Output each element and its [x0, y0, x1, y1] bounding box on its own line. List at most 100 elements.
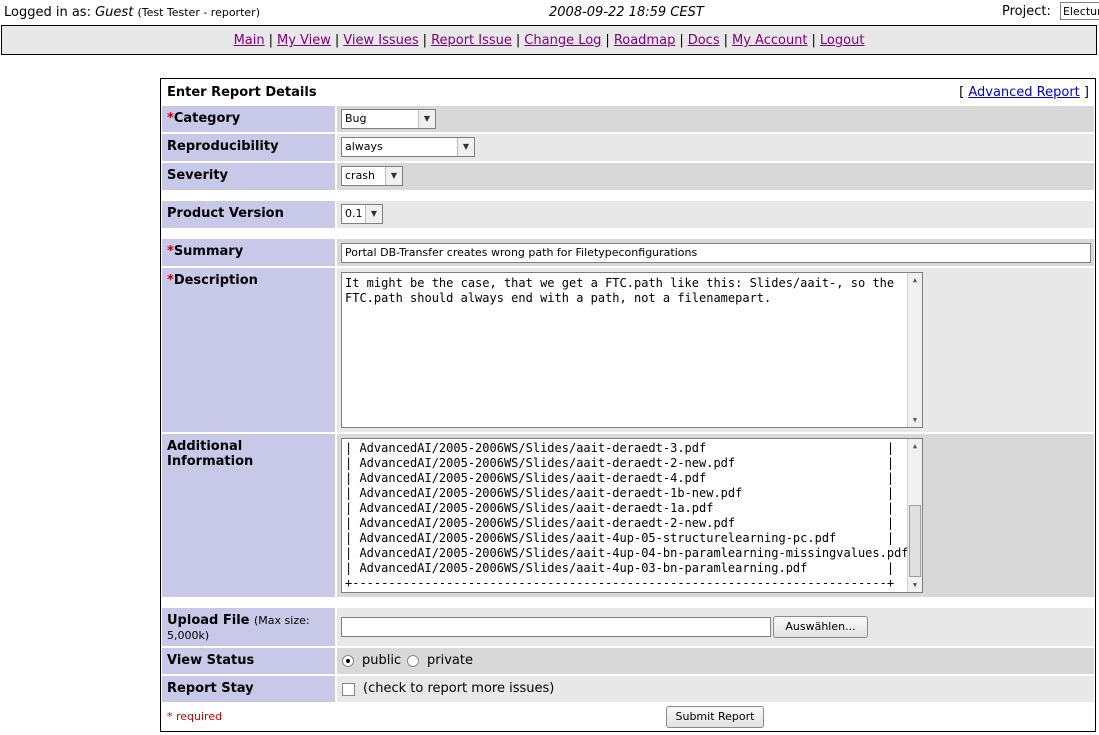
scroll-thumb[interactable]: [909, 505, 921, 577]
private-label: private: [427, 653, 473, 668]
additional-info-value-cell: | AdvancedAI/2005-2006WS/Slides/aait-der…: [337, 434, 1094, 597]
upload-row: Upload File (Max size: 5,000k) Auswählen…: [162, 608, 1094, 646]
menu-separator: |: [515, 33, 521, 48]
chevron-down-icon: ▼: [365, 205, 382, 223]
upload-file-input[interactable]: [341, 617, 771, 637]
view-status-value-cell: public private: [337, 648, 1094, 674]
description-text: It might be the case, that we get a FTC.…: [345, 276, 895, 305]
report-form: Enter Report Details [ Advanced Report ]…: [160, 78, 1096, 732]
scroll-up-icon[interactable]: ▲: [908, 273, 922, 287]
public-radio[interactable]: [342, 655, 354, 667]
summary-input[interactable]: Portal DB-Transfer creates wrong path fo…: [341, 243, 1091, 263]
additional-info-label: Additional Information: [162, 434, 335, 597]
report-stay-checkbox[interactable]: [342, 683, 355, 696]
required-mark: *: [167, 244, 174, 259]
menu-separator: |: [679, 33, 684, 48]
menu-separator: |: [811, 33, 816, 48]
severity-selected: crash: [345, 169, 376, 182]
scroll-down-icon[interactable]: ▼: [908, 578, 922, 592]
report-stay-text: (check to report more issues): [363, 681, 555, 696]
user-detail: (Test Tester - reporter): [137, 6, 260, 19]
additional-info-scrollbar[interactable]: ▲ ▼: [907, 439, 922, 592]
description-label: *Description: [162, 268, 335, 432]
bracket-open: [: [959, 85, 965, 100]
severity-label: Severity: [162, 163, 335, 190]
severity-select[interactable]: crash ▼: [341, 166, 403, 186]
chevron-down-icon: ▼: [418, 110, 435, 128]
reproducibility-selected: always: [345, 140, 383, 153]
menu-my-view[interactable]: My View: [277, 33, 331, 48]
report-stay-row: Report Stay (check to report more issues…: [162, 676, 1094, 702]
summary-label-text: Summary: [173, 244, 244, 259]
public-label: public: [362, 653, 402, 668]
summary-value-cell: Portal DB-Transfer creates wrong path fo…: [337, 239, 1094, 266]
menu-separator: |: [723, 33, 728, 48]
menu-separator: |: [334, 33, 340, 48]
chevron-down-icon: ▼: [385, 167, 402, 185]
advanced-report-link[interactable]: Advanced Report: [968, 85, 1079, 100]
scroll-up-icon[interactable]: ▲: [908, 439, 922, 453]
severity-row: Severity crash ▼: [162, 163, 1094, 190]
summary-label: *Summary: [162, 239, 335, 266]
login-info: Logged in as: Guest (Test Tester - repor…: [4, 5, 260, 20]
reproducibility-label: Reproducibility: [162, 134, 335, 161]
additional-info-row: Additional Information | AdvancedAI/2005…: [162, 434, 1094, 597]
menu-docs[interactable]: Docs: [688, 33, 720, 48]
description-scrollbar[interactable]: ▲ ▼: [907, 273, 922, 427]
scroll-down-icon[interactable]: ▼: [908, 413, 922, 427]
menu-view-issues[interactable]: View Issues: [343, 33, 418, 48]
severity-value-cell: crash ▼: [337, 163, 1094, 190]
category-label-text: Category: [173, 111, 241, 126]
upload-label: Upload File (Max size: 5,000k): [162, 608, 335, 646]
description-value-cell: It might be the case, that we get a FTC.…: [337, 268, 1094, 432]
private-radio[interactable]: [407, 655, 419, 667]
menu-roadmap[interactable]: Roadmap: [614, 33, 676, 48]
category-row: *Category Bug ▼: [162, 106, 1094, 132]
description-label-text: Description: [173, 273, 258, 288]
menu-report-issue[interactable]: Report Issue: [431, 33, 512, 48]
additional-info-textarea[interactable]: | AdvancedAI/2005-2006WS/Slides/aait-der…: [341, 438, 923, 593]
submit-report-button[interactable]: Submit Report: [666, 706, 764, 728]
category-value-cell: Bug ▼: [337, 106, 1094, 132]
menu-separator: |: [605, 33, 610, 48]
menu-my-account[interactable]: My Account: [732, 33, 808, 48]
category-selected: Bug: [345, 112, 367, 125]
project-label: Project:: [1002, 4, 1051, 19]
main-menu: Main | My View | View Issues | Report Issue | Ch…: [1, 25, 1097, 55]
project-select[interactable]: Electure: [1060, 2, 1099, 20]
reproducibility-value-cell: always ▼: [337, 134, 1094, 161]
menu-main[interactable]: Main: [234, 33, 265, 48]
browse-button[interactable]: Auswählen...: [773, 616, 868, 638]
summary-row: *Summary Portal DB-Transfer creates wron…: [162, 239, 1094, 266]
bracket-close: ]: [1083, 85, 1089, 100]
menu-separator: |: [268, 33, 273, 48]
product-version-select[interactable]: 0.1 ▼: [341, 204, 383, 224]
description-textarea[interactable]: It might be the case, that we get a FTC.…: [341, 272, 923, 428]
menu-change-log[interactable]: Change Log: [524, 33, 601, 48]
description-row: *Description It might be the case, that …: [162, 268, 1094, 432]
report-stay-value-cell: (check to report more issues): [337, 676, 1094, 702]
upload-label-text: Upload File: [167, 613, 250, 628]
required-mark: *: [167, 273, 174, 288]
current-datetime: 2008-09-22 18:59 CEST: [549, 5, 704, 20]
required-mark: *: [167, 111, 174, 126]
user-name: Guest: [95, 5, 134, 20]
additional-info-text: | AdvancedAI/2005-2006WS/Slides/aait-der…: [345, 441, 922, 590]
form-title: Enter Report Details: [167, 85, 317, 100]
product-version-label: Product Version: [162, 201, 335, 228]
product-version-row: Product Version 0.1 ▼: [162, 201, 1094, 228]
category-label: *Category: [162, 106, 335, 132]
reproducibility-select[interactable]: always ▼: [341, 137, 475, 157]
category-select[interactable]: Bug ▼: [341, 109, 436, 129]
advanced-report-wrapper: [ Advanced Report ]: [959, 85, 1089, 100]
logged-in-prefix: Logged in as:: [4, 5, 91, 20]
menu-separator: |: [422, 33, 428, 48]
chevron-down-icon: ▼: [457, 138, 474, 156]
product-version-selected: 0.1: [345, 207, 363, 220]
report-stay-label: Report Stay: [162, 676, 335, 702]
upload-value-cell: Auswählen...: [337, 608, 1094, 646]
required-note: * required: [167, 710, 223, 723]
view-status-row: View Status public private: [162, 648, 1094, 674]
menu-logout[interactable]: Logout: [820, 33, 865, 48]
reproducibility-row: Reproducibility always ▼: [162, 134, 1094, 161]
